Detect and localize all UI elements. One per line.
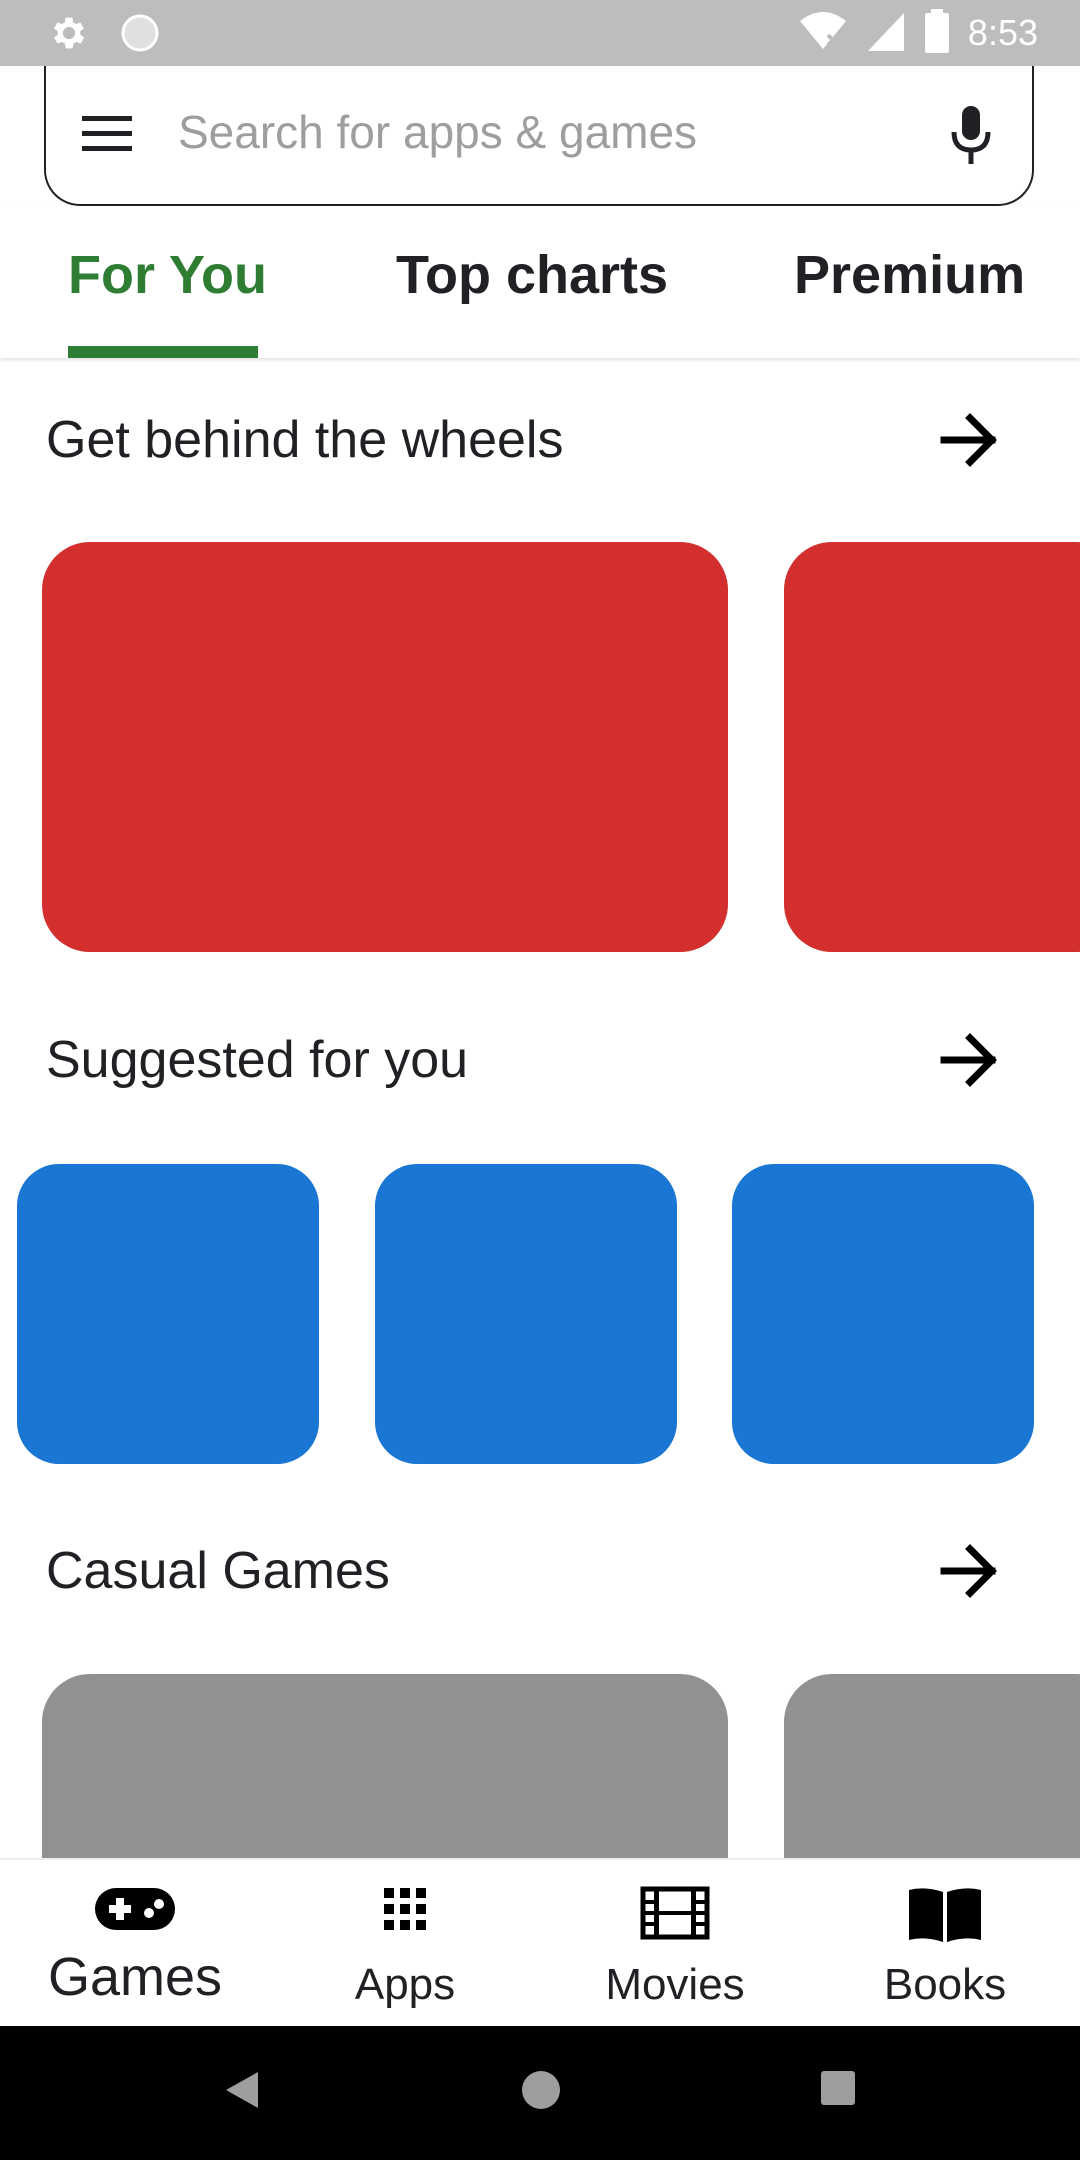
nav-label: Apps bbox=[354, 1960, 456, 2009]
nav-label: Books bbox=[883, 1960, 1007, 2009]
status-time: 8:53 bbox=[967, 12, 1038, 53]
battery-icon bbox=[924, 8, 950, 58]
nav-item-apps[interactable]: Apps bbox=[270, 1860, 540, 2028]
arrow-right-icon[interactable] bbox=[940, 1032, 1000, 1093]
search-input[interactable]: Search for apps & games bbox=[178, 104, 697, 160]
app-icon-card[interactable] bbox=[732, 1164, 1034, 1464]
section-title-suggested-for-you: Suggested for you bbox=[46, 1031, 469, 1089]
nav-item-movies[interactable]: Movies bbox=[540, 1860, 810, 2028]
tab-indicator bbox=[68, 346, 258, 358]
section-title-casual-games: Casual Games bbox=[46, 1542, 390, 1600]
signal-icon bbox=[866, 9, 906, 58]
arrow-right-icon[interactable] bbox=[940, 412, 1000, 473]
book-icon bbox=[907, 1886, 983, 1949]
mic-icon[interactable] bbox=[950, 106, 992, 171]
tab-premium[interactable]: Premium bbox=[794, 242, 1025, 308]
wifi-icon bbox=[798, 9, 848, 58]
app-icon-card[interactable] bbox=[17, 1164, 319, 1464]
nav-label: Games bbox=[47, 1947, 223, 2007]
arrow-right-icon[interactable] bbox=[940, 1543, 1000, 1604]
back-icon[interactable] bbox=[222, 2068, 262, 2117]
app-card[interactable] bbox=[42, 542, 728, 952]
nav-item-games[interactable]: Games bbox=[0, 1860, 270, 2028]
tab-bar: For You Top charts Premium bbox=[0, 206, 1080, 358]
app-card[interactable] bbox=[784, 542, 1080, 952]
settings-icon bbox=[48, 12, 90, 59]
section-title-get-behind-the-wheels: Get behind the wheels bbox=[46, 411, 564, 469]
apps-grid-icon bbox=[382, 1886, 428, 1937]
menu-icon[interactable] bbox=[82, 114, 132, 159]
recents-icon[interactable] bbox=[818, 2068, 858, 2113]
nav-label: Movies bbox=[605, 1960, 745, 2009]
home-icon[interactable] bbox=[519, 2068, 563, 2117]
bottom-nav: Games Apps Movies Books bbox=[0, 1858, 1080, 2028]
app-icon-card[interactable] bbox=[375, 1164, 677, 1464]
tab-top-charts[interactable]: Top charts bbox=[396, 242, 668, 308]
search-bar[interactable]: Search for apps & games bbox=[44, 66, 1034, 206]
circle-icon bbox=[120, 13, 160, 58]
film-icon bbox=[640, 1886, 710, 1945]
nav-item-books[interactable]: Books bbox=[810, 1860, 1080, 2028]
system-nav-bar bbox=[0, 2026, 1080, 2160]
gamepad-icon bbox=[93, 1886, 177, 1937]
status-bar: 8:53 bbox=[0, 0, 1080, 66]
tab-for-you[interactable]: For You bbox=[68, 242, 267, 308]
